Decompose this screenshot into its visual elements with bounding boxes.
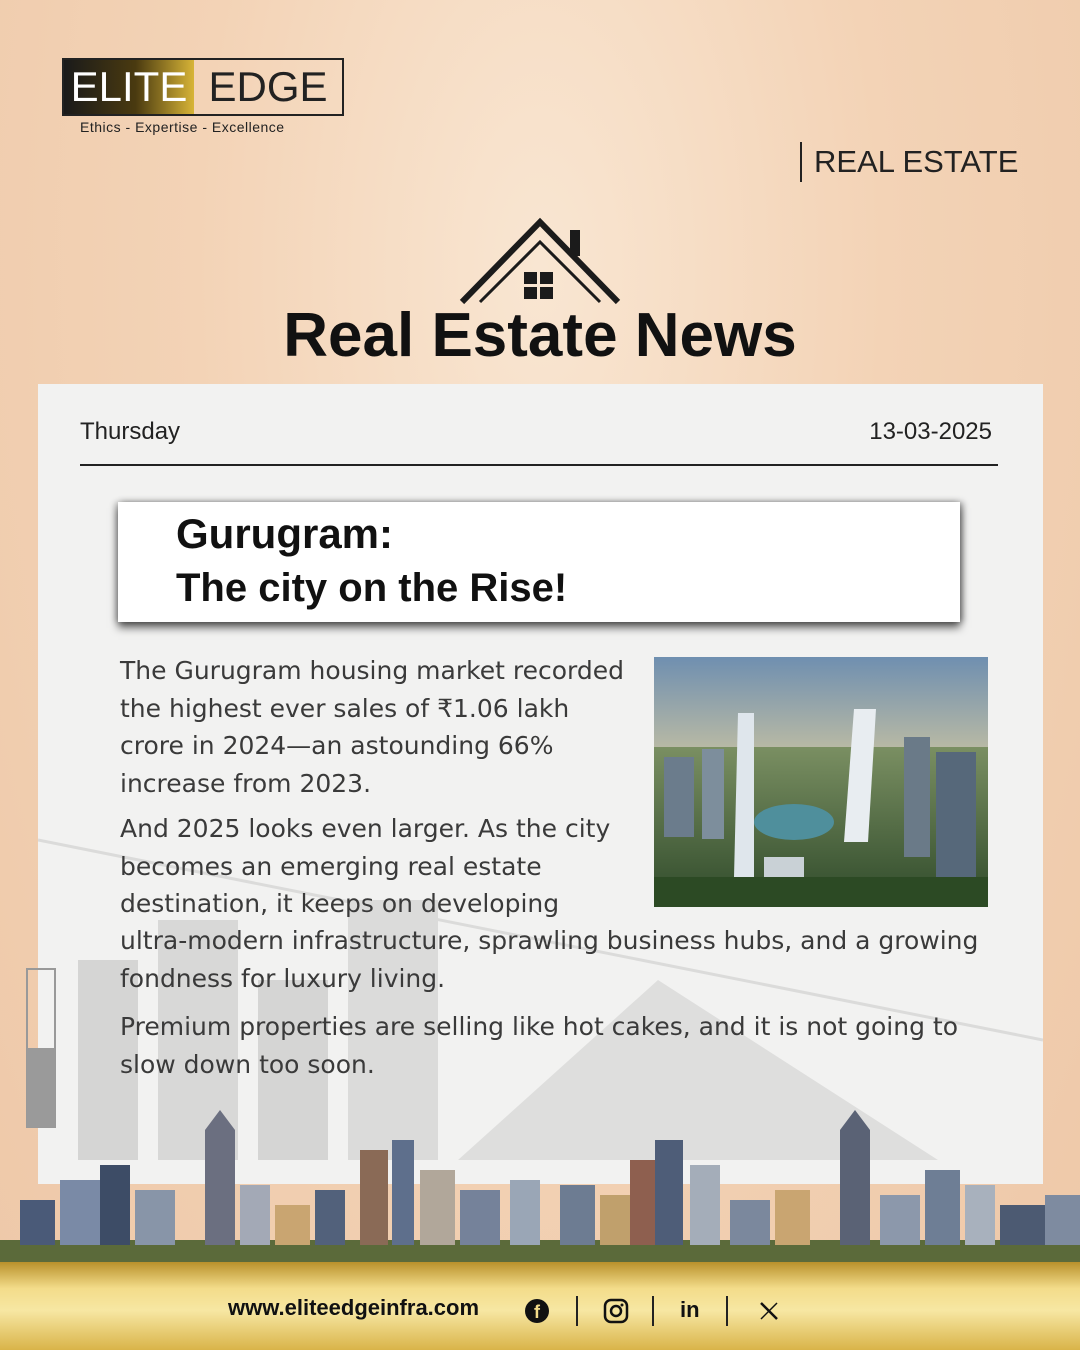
article-paragraph-2-start: And 2025 looks even larger. As the city … xyxy=(120,814,611,918)
logo-elite-text: ELITE xyxy=(64,60,194,114)
headline-line-1: Gurugram: xyxy=(176,510,394,557)
article-paragraph-2-end: ultra-modern infrastructure, sprawling b… xyxy=(120,926,979,993)
article-paragraph-3: Premium properties are selling like hot … xyxy=(120,1012,958,1079)
side-watermark-logo xyxy=(26,968,56,1128)
house-roof-icon xyxy=(459,217,621,305)
svg-text:f: f xyxy=(534,1302,541,1322)
instagram-icon[interactable] xyxy=(603,1298,629,1324)
footer-separator xyxy=(576,1296,578,1326)
city-skyline-illustration xyxy=(0,1110,1080,1265)
footer-separator xyxy=(726,1296,728,1326)
section-label: REAL ESTATE xyxy=(800,142,1018,182)
website-link[interactable]: www.eliteedgeinfra.com xyxy=(228,1295,479,1321)
page-title: Real Estate News xyxy=(283,301,797,370)
city-skyscrapers-image xyxy=(654,657,988,907)
dateline-date: 13-03-2025 xyxy=(869,418,992,445)
logo-edge-text: EDGE xyxy=(208,63,328,110)
divider xyxy=(80,464,998,466)
article-paragraph-1: The Gurugram housing market recorded the… xyxy=(120,656,624,798)
headline-line-2: The city on the Rise! xyxy=(176,566,568,610)
brand-logo: ELITE EDGE xyxy=(62,58,344,116)
brand-tagline: Ethics - Expertise - Excellence xyxy=(80,119,285,135)
x-icon[interactable] xyxy=(756,1298,782,1324)
facebook-icon[interactable]: f xyxy=(524,1298,550,1324)
footer-separator xyxy=(652,1296,654,1326)
dateline-day: Thursday xyxy=(80,418,181,445)
linkedin-icon[interactable]: in xyxy=(680,1297,700,1323)
